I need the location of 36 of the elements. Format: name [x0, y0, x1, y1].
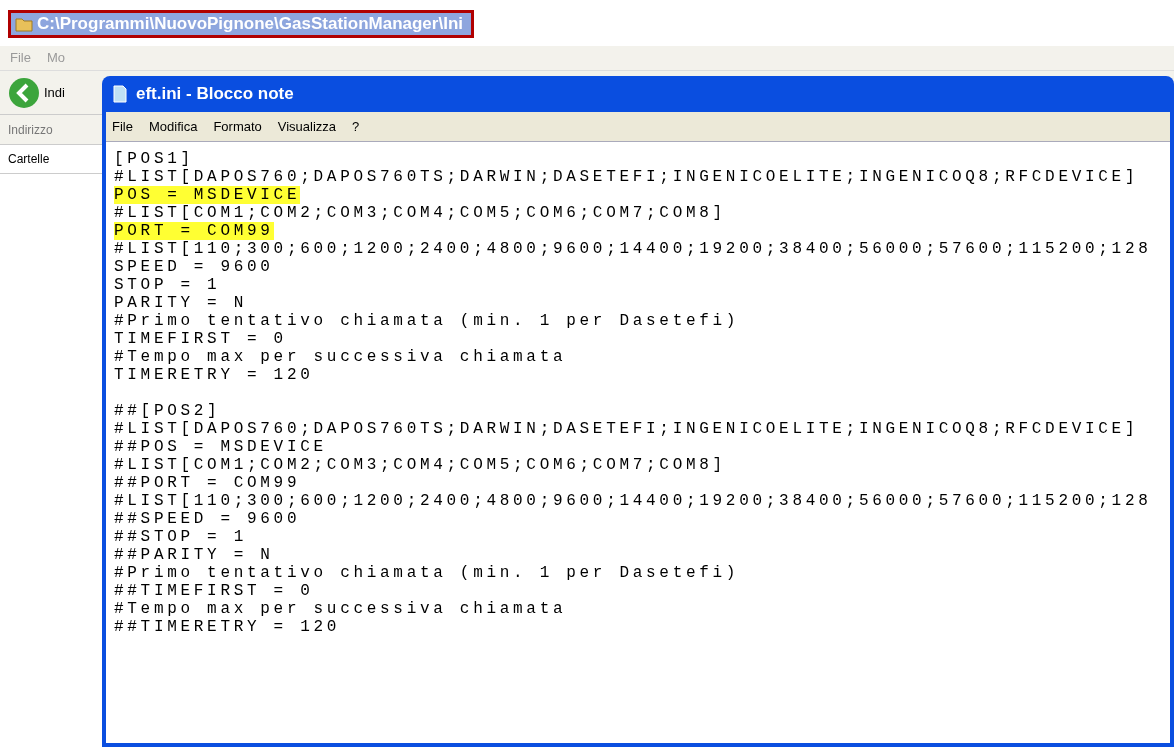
window-title: eft.ini - Blocco note: [136, 83, 294, 106]
text-line: ##PARITY = N: [114, 546, 274, 564]
menu-item[interactable]: Modifica: [148, 116, 198, 137]
menu-item[interactable]: Visualizza: [277, 116, 337, 137]
text-line: ##STOP = 1: [114, 528, 247, 546]
text-line: #LIST[110;300;600;1200;2400;4800;9600;14400;19200;38400;56000;57600;115200;128: [114, 240, 1152, 258]
path-text: C:\Programmi\NuovoPignone\GasStationManager\Ini: [37, 13, 463, 36]
back-label[interactable]: Indi: [44, 82, 65, 103]
text-line: #LIST[110;300;600;1200;2400;4800;9600;14400;19200;38400;56000;57600;115200;128: [114, 492, 1152, 510]
address-label: Indirizzo: [8, 121, 53, 139]
text-line: #LIST[DAPOS760;DAPOS760TS;DARWIN;DASETEFI;INGENICOELITE;INGENICOQ8;RFCDEVICE]: [114, 168, 1139, 186]
text-line: ##PORT = COM99: [114, 474, 301, 492]
text-line: #LIST[DAPOS760;DAPOS760TS;DARWIN;DASETEFI;INGENICOELITE;INGENICOQ8;RFCDEVICE]: [114, 420, 1139, 438]
text-line: TIMEFIRST = 0: [114, 330, 287, 348]
notepad-icon: [112, 85, 128, 103]
text-line: ##[POS2]: [114, 402, 221, 420]
text-line: [POS1]: [114, 150, 194, 168]
folder-icon: [15, 16, 33, 32]
text-line: ##SPEED = 9600: [114, 510, 301, 528]
text-line: ##TIMERETRY = 120: [114, 618, 341, 636]
folders-label[interactable]: Cartelle: [8, 150, 50, 168]
menu-item[interactable]: ?: [352, 116, 360, 137]
text-line: #LIST[COM1;COM2;COM3;COM4;COM5;COM6;COM7;COM8]: [114, 456, 726, 474]
menu-item[interactable]: File: [112, 116, 133, 137]
text-line: TIMERETRY = 120: [114, 366, 314, 384]
text-line: #Primo tentativo chiamata (min. 1 per Dasetefi): [114, 312, 740, 330]
text-line: SPEED = 9600: [114, 258, 274, 276]
text-line: STOP = 1: [114, 276, 221, 294]
menu-item[interactable]: Formato: [213, 116, 262, 137]
text-line: #Tempo max per successiva chiamata: [114, 600, 567, 618]
text-line: #LIST[COM1;COM2;COM3;COM4;COM5;COM6;COM7;COM8]: [114, 204, 726, 222]
text-line: ##TIMEFIRST = 0: [114, 582, 314, 600]
text-line: #Primo tentativo chiamata (min. 1 per Dasetefi): [114, 564, 740, 582]
text-line: #Tempo max per successiva chiamata: [114, 348, 567, 366]
text-line: PARITY = N: [114, 294, 247, 312]
text-line: ##POS = MSDEVICE: [114, 438, 327, 456]
